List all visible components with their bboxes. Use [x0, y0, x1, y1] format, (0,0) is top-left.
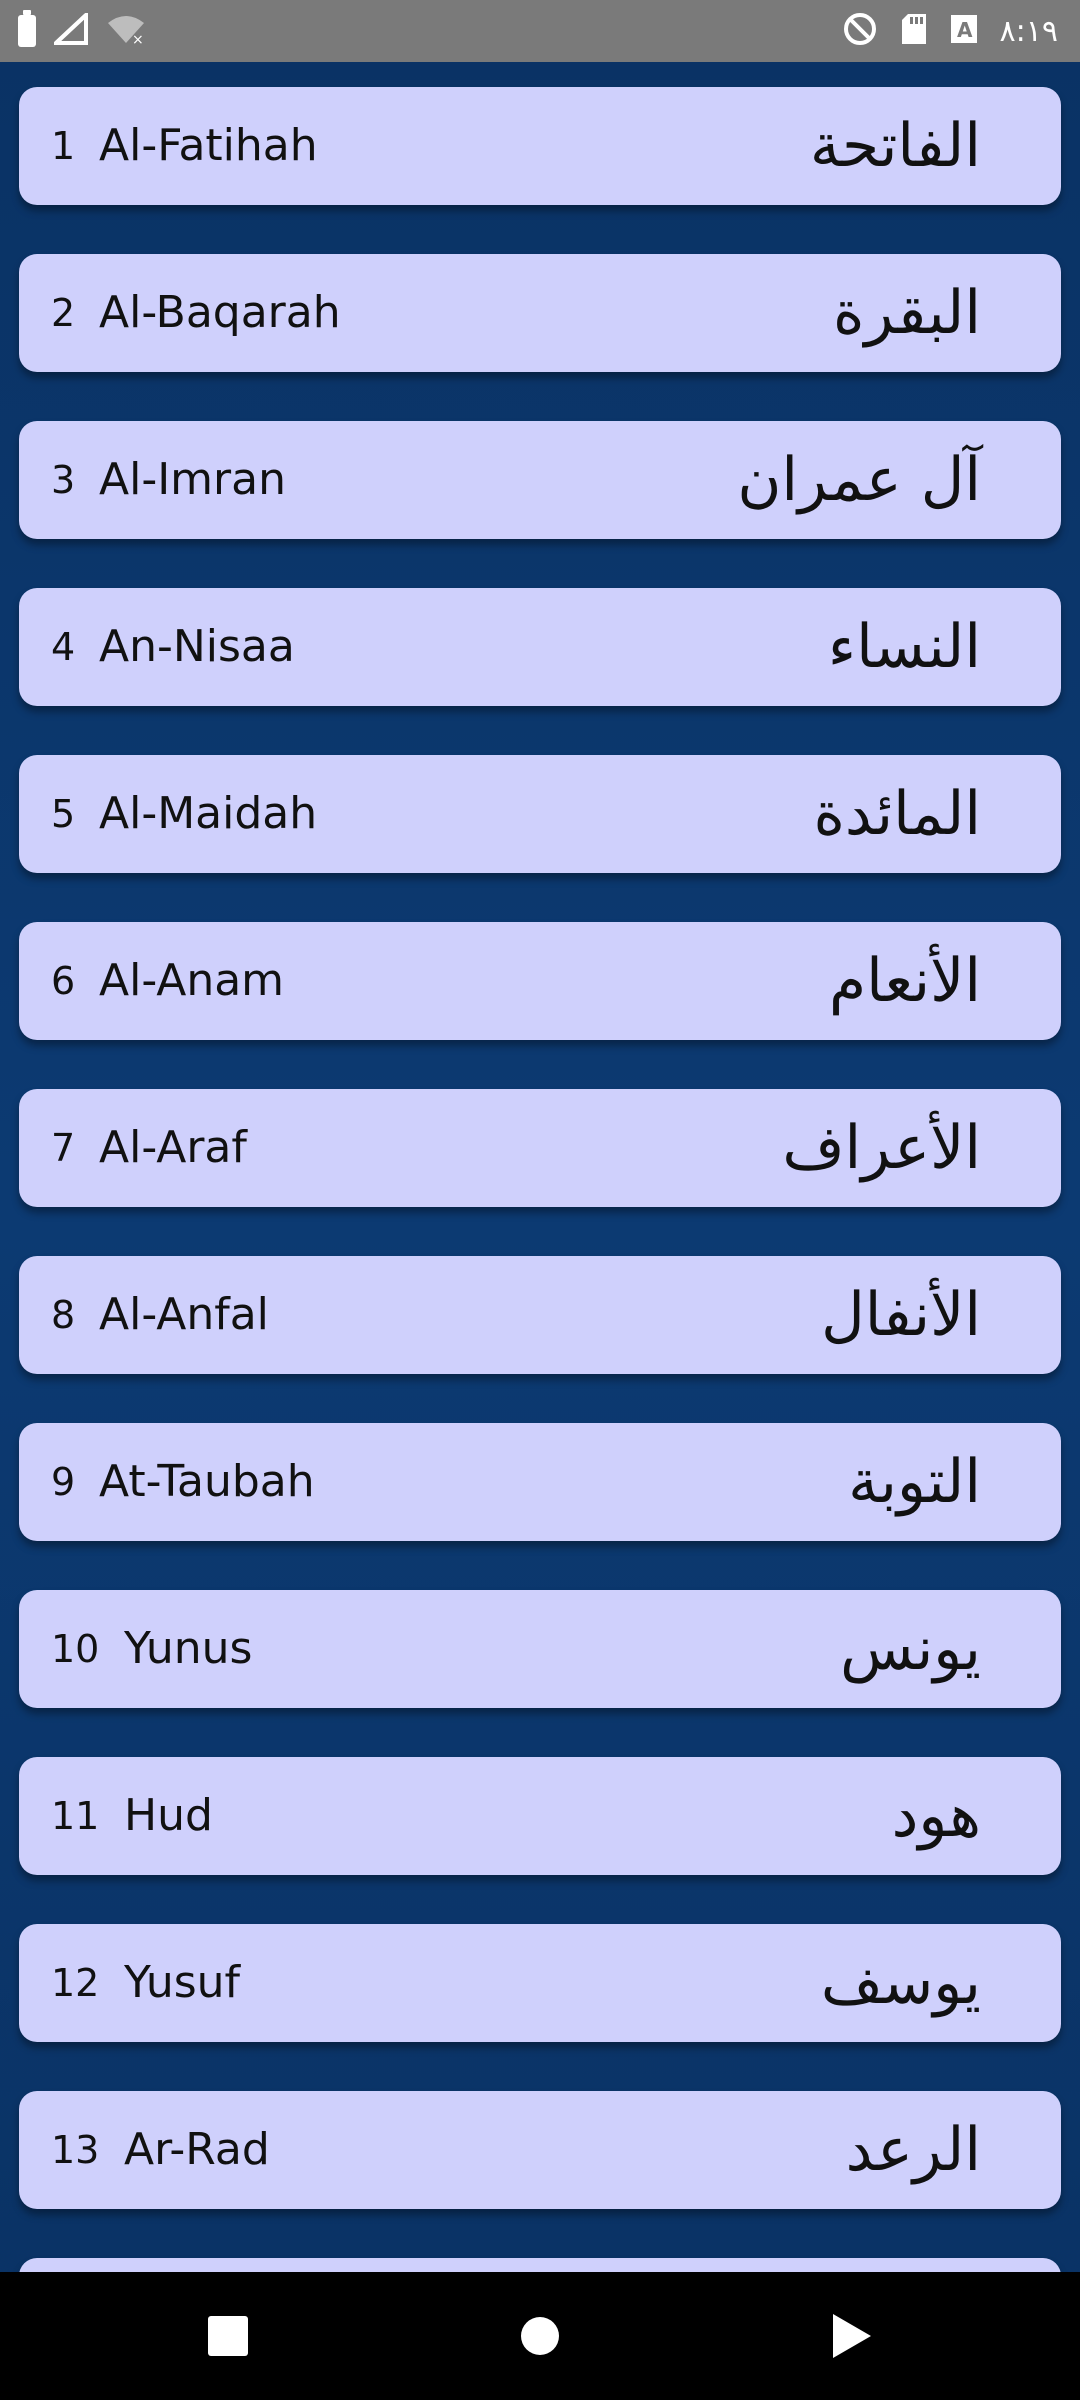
surah-number: 3	[51, 458, 76, 502]
surah-item-al-imran[interactable]: 3 Al-Imran آل عمران	[19, 421, 1061, 539]
home-button[interactable]	[480, 2272, 600, 2400]
surah-name: Yusuf	[124, 1957, 241, 2008]
navigation-bar	[0, 2272, 1080, 2400]
surah-arabic-name: البقرة	[833, 278, 981, 348]
surah-item-al-fatihah[interactable]: 1 Al-Fatihah الفاتحة	[19, 87, 1061, 205]
surah-number: 2	[51, 291, 76, 335]
surah-item-al-maidah[interactable]: 5 Al-Maidah المائدة	[19, 755, 1061, 873]
surah-arabic-name: الأنعام	[829, 946, 981, 1016]
surah-arabic-name: آل عمران	[737, 445, 981, 515]
status-right: A ٨:١٩	[842, 12, 1058, 50]
surah-name: Al-Araf	[99, 1122, 247, 1173]
surah-number: 11	[51, 1794, 100, 1838]
status-clock: ٨:١٩	[999, 13, 1058, 49]
sync-off-icon	[842, 11, 878, 51]
surah-item-al-baqarah[interactable]: 2 Al-Baqarah البقرة	[19, 254, 1061, 372]
surah-number: 5	[51, 792, 76, 836]
surah-arabic-name: الأنفال	[821, 1280, 981, 1350]
status-bar: × A ٨:١٩	[0, 0, 1080, 62]
surah-item-al-anam[interactable]: 6 Al-Anam الأنعام	[19, 922, 1061, 1040]
surah-number: 1	[51, 124, 76, 168]
svg-text:A: A	[957, 18, 973, 42]
surah-number: 7	[51, 1126, 76, 1170]
surah-number: 4	[51, 625, 76, 669]
status-left: ×	[18, 10, 146, 50]
surah-arabic-name: الفاتحة	[809, 111, 981, 181]
surah-item-al-araf[interactable]: 7 Al-Araf الأعراف	[19, 1089, 1061, 1207]
signal-icon	[50, 10, 88, 49]
surah-arabic-name: يوسف	[820, 1948, 981, 2018]
surah-item-ar-rad[interactable]: 13 Ar-Rad الرعد	[19, 2091, 1061, 2209]
surah-name: Al-Anam	[99, 955, 285, 1006]
surah-number: 13	[51, 2128, 100, 2172]
surah-item-partial[interactable]	[19, 2258, 1061, 2272]
surah-number: 8	[51, 1293, 76, 1337]
surah-item-at-taubah[interactable]: 9 At-Taubah التوبة	[19, 1423, 1061, 1541]
surah-name: Hud	[124, 1790, 213, 1841]
svg-text:×: ×	[132, 32, 144, 45]
surah-item-al-anfal[interactable]: 8 Al-Anfal الأنفال	[19, 1256, 1061, 1374]
battery-icon	[18, 10, 36, 47]
sd-card-icon	[900, 12, 928, 50]
surah-name: At-Taubah	[99, 1456, 315, 1507]
surah-name: Yunus	[124, 1623, 253, 1674]
surah-item-hud[interactable]: 11 Hud هود	[19, 1757, 1061, 1875]
surah-number: 6	[51, 959, 76, 1003]
surah-list[interactable]: 1 Al-Fatihah الفاتحة 2 Al-Baqarah البقرة…	[0, 62, 1080, 2272]
back-button[interactable]	[792, 2272, 912, 2400]
surah-name: Al-Fatihah	[99, 120, 318, 171]
surah-arabic-name: المائدة	[813, 779, 981, 849]
surah-arabic-name: هود	[891, 1781, 981, 1851]
surah-item-an-nisaa[interactable]: 4 An-Nisaa النساء	[19, 588, 1061, 706]
surah-name: An-Nisaa	[99, 621, 295, 672]
surah-number: 9	[51, 1460, 76, 1504]
recents-square-icon	[208, 2316, 248, 2356]
surah-arabic-name: يونس	[840, 1614, 981, 1684]
surah-arabic-name: التوبة	[848, 1447, 981, 1517]
surah-arabic-name: الأعراف	[782, 1113, 981, 1183]
wifi-off-icon: ×	[106, 13, 146, 49]
surah-arabic-name: النساء	[827, 612, 981, 682]
surah-item-yunus[interactable]: 10 Yunus يونس	[19, 1590, 1061, 1708]
recents-button[interactable]	[168, 2272, 288, 2400]
surah-number: 12	[51, 1961, 100, 2005]
surah-arabic-name: الرعد	[845, 2115, 981, 2185]
back-triangle-icon	[833, 2314, 871, 2358]
surah-name: Ar-Rad	[124, 2124, 270, 2175]
home-circle-icon	[521, 2317, 559, 2355]
surah-number: 10	[51, 1627, 100, 1671]
surah-name: Al-Anfal	[99, 1289, 269, 1340]
a-icon: A	[950, 14, 978, 48]
surah-name: Al-Imran	[99, 454, 286, 505]
surah-name: Al-Maidah	[99, 788, 318, 839]
surah-name: Al-Baqarah	[99, 287, 341, 338]
surah-item-yusuf[interactable]: 12 Yusuf يوسف	[19, 1924, 1061, 2042]
